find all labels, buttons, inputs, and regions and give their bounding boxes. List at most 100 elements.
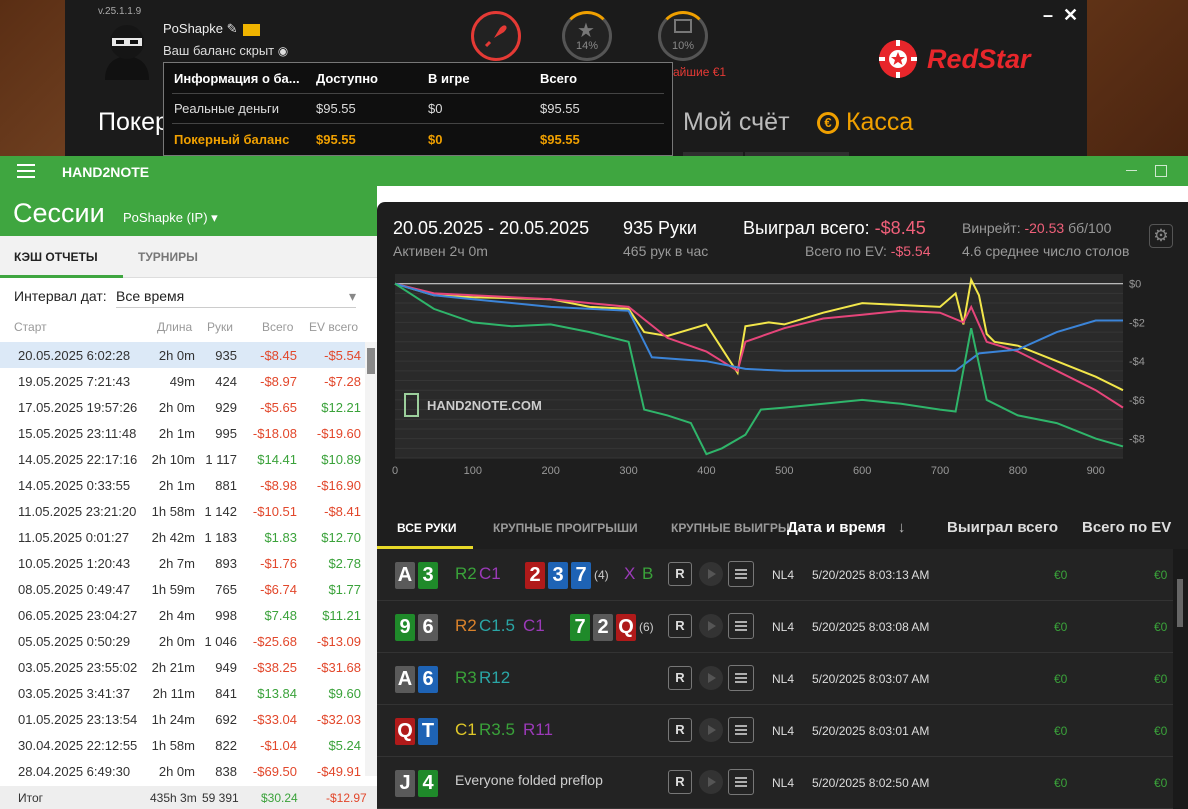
- session-row[interactable]: 03.05.2025 23:55:02 2h 21m 949 -$38.25 -$31.…: [0, 654, 365, 680]
- replay-r-button[interactable]: R: [668, 666, 692, 690]
- session-ev: -$13.09: [316, 634, 361, 649]
- session-start: 19.05.2025 7:21:43: [18, 374, 131, 389]
- hand-ev: €0: [1154, 568, 1168, 582]
- sessions-table: 20.05.2025 6:02:28 2h 0m 935 -$8.45 -$5.54 19…: [0, 342, 365, 784]
- session-ev: $10.89: [321, 452, 361, 467]
- star-rakeback-icon[interactable]: ★ 14%: [562, 11, 612, 61]
- ev-total-value: -$5.54: [890, 243, 931, 259]
- session-start: 05.05.2025 0:50:29: [18, 634, 131, 649]
- tab-cash-reports[interactable]: КЭШ ОТЧЕТЫ: [14, 250, 98, 264]
- popup-header-row: Информация о ба... Доступно В игре Всего: [172, 64, 664, 94]
- sessions-scrollbar[interactable]: [365, 342, 377, 776]
- play-icon[interactable]: [699, 562, 723, 586]
- session-total: -$18.08: [252, 426, 297, 441]
- col-date-time[interactable]: Дата и время ↓: [787, 519, 905, 536]
- play-icon[interactable]: [699, 666, 723, 690]
- col-won-total[interactable]: Выиграл всего: [947, 519, 1058, 536]
- hand-row[interactable]: A 6 R3 R12 R NL4 5/20/2025 8:03:07 AM €0 €0: [377, 653, 1173, 705]
- session-row[interactable]: 11.05.2025 0:01:27 2h 42m 1 183 $1.83 $12.70: [0, 524, 365, 550]
- replay-r-button[interactable]: R: [668, 770, 692, 794]
- x-tick-label: 500: [775, 465, 793, 477]
- window-maximize-button[interactable]: [1155, 165, 1167, 177]
- popup-row-real-money: Реальные деньги $95.55 $0 $95.55: [172, 94, 664, 124]
- session-row[interactable]: 11.05.2025 23:21:20 1h 58m 1 142 -$10.51 -$8…: [0, 498, 365, 524]
- preflop-action: C1: [455, 720, 477, 739]
- session-row[interactable]: 14.05.2025 0:33:55 2h 1m 881 -$8.98 -$16.90: [0, 472, 365, 498]
- tab-big-losses[interactable]: КРУПНЫЕ ПРОИГРЫШИ: [493, 521, 638, 535]
- mail-icon[interactable]: [243, 23, 261, 36]
- rocket-icon[interactable]: [471, 11, 521, 61]
- hamburger-menu-icon[interactable]: [17, 164, 35, 178]
- session-row[interactable]: 10.05.2025 1:20:43 2h 7m 893 -$1.76 $2.78: [0, 550, 365, 576]
- ninja-avatar-icon[interactable]: [99, 22, 155, 80]
- session-row[interactable]: 01.05.2025 23:13:54 1h 24m 692 -$33.04 -$32.…: [0, 706, 365, 732]
- play-icon[interactable]: [699, 770, 723, 794]
- dropdown-arrow-icon: ▾: [348, 288, 356, 304]
- session-row[interactable]: 17.05.2025 19:57:26 2h 0m 929 -$5.65 $12.21: [0, 394, 365, 420]
- tab-big-wins[interactable]: КРУПНЫЕ ВЫИГРЫ: [671, 521, 789, 535]
- popup-row-poker-balance: Покерный баланс $95.55 $0 $95.55: [172, 124, 664, 154]
- settings-gear-icon[interactable]: ⚙: [1149, 224, 1173, 248]
- session-row[interactable]: 05.05.2025 0:50:29 2h 0m 1 046 -$25.68 -$13.…: [0, 628, 365, 654]
- poker-balance-total: $95.55: [540, 131, 580, 147]
- hand-details-icon[interactable]: [728, 561, 754, 587]
- session-row[interactable]: 28.04.2025 6:49:30 2h 0m 838 -$69.50 -$49.91: [0, 758, 365, 784]
- edit-pencil-icon[interactable]: ✎: [227, 21, 238, 36]
- session-row[interactable]: 03.05.2025 3:41:37 2h 11m 841 $13.84 $9.60: [0, 680, 365, 706]
- tab-my-account[interactable]: Мой счёт: [683, 108, 790, 137]
- session-row[interactable]: 15.05.2025 23:11:48 2h 1m 995 -$18.08 -$19.6…: [0, 420, 365, 446]
- balance-hidden-label: Ваш баланс скрыт ◉: [163, 43, 288, 58]
- hand-won: €0: [1054, 724, 1068, 738]
- play-icon[interactable]: [699, 614, 723, 638]
- limit-label: NL4: [772, 620, 795, 634]
- hand-row[interactable]: A 3 R2 C1 2 3 7 (4) X B R NL4 5/20/2025 8:03:13 AM €0…: [377, 549, 1173, 601]
- hand-details-icon[interactable]: [728, 665, 754, 691]
- session-row[interactable]: 08.05.2025 0:49:47 1h 59m 765 -$6.74 $1.77: [0, 576, 365, 602]
- col-length[interactable]: Длина: [157, 320, 192, 334]
- pot-size: (4): [594, 568, 609, 582]
- replay-r-button[interactable]: R: [668, 614, 692, 638]
- hand-row[interactable]: 9 6 R2 C1.5 C1 7 2 Q (6) R NL4 5/20/2025 8:03:08 AM…: [377, 601, 1173, 653]
- eye-icon[interactable]: ◉: [278, 44, 288, 58]
- hand-details-icon[interactable]: [728, 769, 754, 795]
- col-start[interactable]: Старт: [14, 320, 47, 334]
- hand-row[interactable]: Q T C1 R3.5 R11 R NL4 5/20/2025 8:03:01 AM €0 €0: [377, 705, 1173, 757]
- hands-scrollbar[interactable]: [1173, 549, 1188, 809]
- session-length: 2h 0m: [158, 348, 195, 363]
- hand-datetime: 5/20/2025 8:03:08 AM: [812, 620, 930, 634]
- col-ev-total[interactable]: EV всего: [309, 320, 358, 334]
- session-hands: 1 142: [204, 504, 237, 519]
- session-row[interactable]: 20.05.2025 6:02:28 2h 0m 935 -$8.45 -$5.54: [0, 342, 365, 368]
- tab-tournaments[interactable]: ТУРНИРЫ: [138, 250, 198, 264]
- window-minimize-button[interactable]: [1126, 170, 1137, 171]
- tab-cashier[interactable]: € Касса: [817, 108, 913, 137]
- col-hands[interactable]: Руки: [207, 320, 233, 334]
- gift-icon[interactable]: 10%: [658, 11, 708, 61]
- minimize-button[interactable]: –: [1043, 5, 1053, 26]
- sort-down-arrow-icon: ↓: [897, 519, 906, 536]
- tab-cashier-label: Касса: [845, 108, 914, 136]
- replay-r-button[interactable]: R: [668, 562, 692, 586]
- col-ev-total-hands[interactable]: Всего по EV: [1082, 519, 1171, 536]
- tab-poker[interactable]: Покер: [98, 108, 169, 137]
- winrate: Винрейт: -20.53 бб/100: [962, 220, 1111, 236]
- hand-row[interactable]: J 4 Everyone folded preflop R NL4 5/20/2025 8…: [377, 757, 1173, 809]
- player-selector[interactable]: PoShapke (IP) ▾: [123, 210, 218, 226]
- real-money-in-game: $0: [428, 101, 443, 116]
- hand-details-icon[interactable]: [728, 717, 754, 743]
- session-row[interactable]: 14.05.2025 22:17:16 2h 10m 1 117 $14.41 $10.…: [0, 446, 365, 472]
- session-row[interactable]: 19.05.2025 7:21:43 49m 424 -$8.97 -$7.28: [0, 368, 365, 394]
- interval-dropdown[interactable]: Все время ▾: [116, 288, 356, 308]
- col-total[interactable]: Всего: [262, 320, 293, 334]
- session-total: -$38.25: [252, 660, 297, 675]
- hand-details-icon[interactable]: [728, 613, 754, 639]
- session-row[interactable]: 30.04.2025 22:12:55 1h 58m 822 -$1.04 $5.24: [0, 732, 365, 758]
- tab-all-hands[interactable]: ВСЕ РУКИ: [397, 521, 456, 535]
- session-ev: -$49.91: [316, 764, 361, 779]
- session-row[interactable]: 06.05.2025 23:04:27 2h 4m 998 $7.48 $11.21: [0, 602, 365, 628]
- close-button[interactable]: ✕: [1063, 5, 1078, 26]
- replay-r-button[interactable]: R: [668, 718, 692, 742]
- play-icon[interactable]: [699, 718, 723, 742]
- tab-underline-active: [0, 275, 123, 278]
- board-card: 2: [525, 562, 545, 589]
